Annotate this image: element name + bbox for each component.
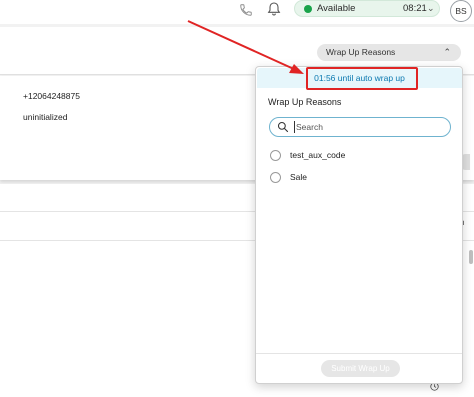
- agent-status-selector[interactable]: Available 08:21 ⌄: [294, 0, 440, 17]
- submit-wrap-up-button[interactable]: Submit Wrap Up: [321, 360, 400, 377]
- status-timer: 08:21: [403, 3, 427, 14]
- status-label: Available: [317, 3, 356, 14]
- search-input[interactable]: [294, 121, 444, 133]
- radio-button[interactable]: [270, 150, 281, 161]
- agent-desktop: Available 08:21 ⌄ BS Wrap Up Reasons ⌃ +…: [0, 0, 474, 397]
- wrap-up-reasons-button[interactable]: Wrap Up Reasons ⌃: [317, 44, 461, 61]
- wrap-up-reasons-button-label: Wrap Up Reasons: [326, 47, 396, 57]
- contact-phone-number: +12064248875: [23, 91, 80, 101]
- top-header: Available 08:21 ⌄ BS: [0, 0, 474, 24]
- bell-icon[interactable]: [266, 1, 282, 17]
- wrap-up-option-label: test_aux_code: [290, 150, 346, 160]
- status-indicator-dot: [304, 5, 312, 13]
- divider: [256, 353, 462, 354]
- annotation-highlight-box: [306, 67, 418, 90]
- chevron-down-icon: ⌄: [427, 3, 435, 13]
- search-field[interactable]: [269, 117, 451, 137]
- popover-title: Wrap Up Reasons: [268, 97, 342, 107]
- chevron-up-icon: ⌃: [443, 47, 451, 57]
- wrap-up-option-label: Sale: [290, 172, 308, 182]
- wrap-up-reasons-popover: 01:56 until auto wrap up Wrap Up Reasons…: [255, 66, 463, 384]
- avatar[interactable]: BS: [450, 0, 472, 22]
- scrollbar[interactable]: [469, 250, 473, 264]
- search-icon: [277, 121, 289, 133]
- radio-button[interactable]: [270, 172, 281, 183]
- contact-state: uninitialized: [23, 112, 68, 122]
- phone-icon[interactable]: [239, 3, 253, 17]
